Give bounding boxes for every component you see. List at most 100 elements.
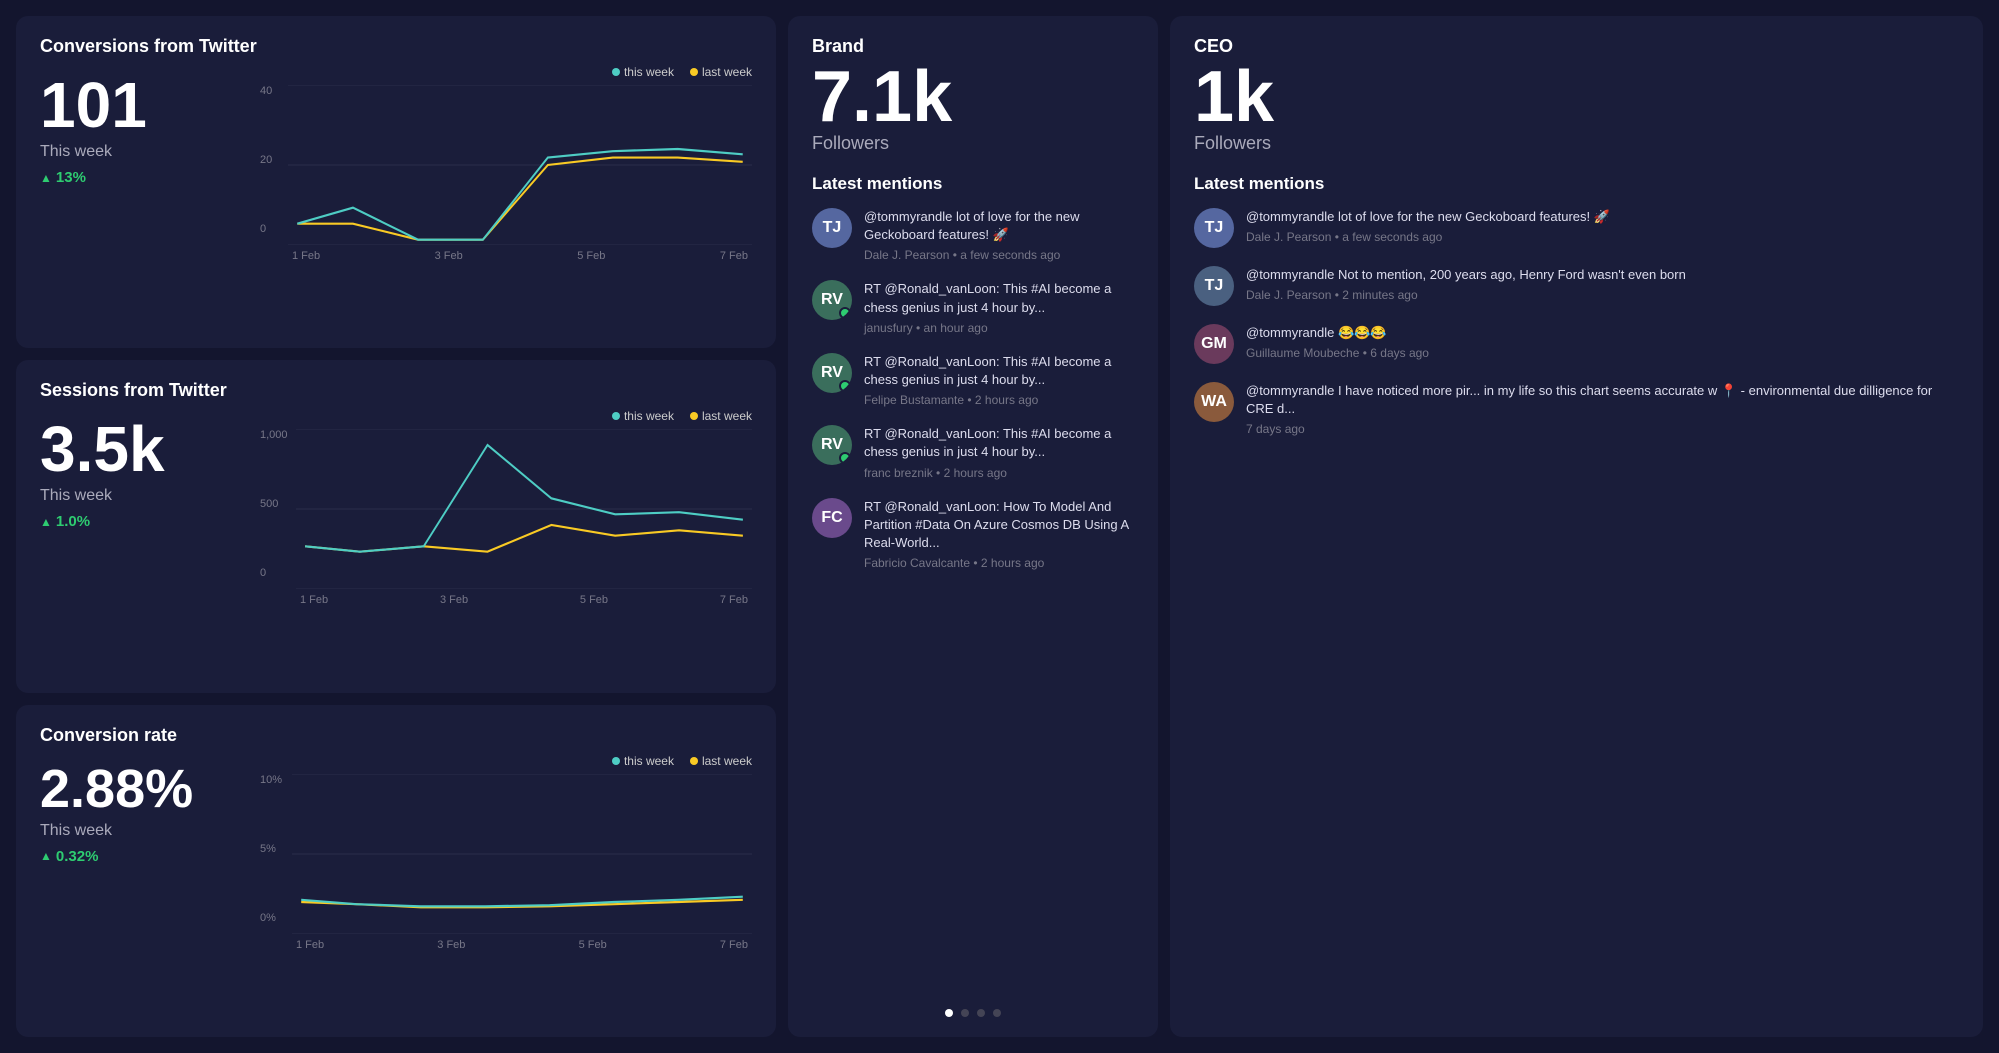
green-badge (839, 452, 851, 464)
conversion-rate-card: Conversion rate 2.88% This week ▲ 0.32% … (16, 705, 776, 1037)
mention-meta: Dale J. Pearson • a few seconds ago (1246, 230, 1959, 244)
mention-text: RT @Ronald_vanLoon: This #AI become a ch… (864, 353, 1134, 389)
sessions-change: 1.0% (56, 513, 90, 530)
mention-meta: Felipe Bustamante • 2 hours ago (864, 393, 1134, 407)
mention-item: FC RT @Ronald_vanLoon: How To Model And P… (812, 498, 1134, 571)
avatar: GM (1194, 324, 1234, 364)
page-dot-4[interactable] (993, 1009, 1001, 1017)
mention-text: RT @Ronald_vanLoon: This #AI become a ch… (864, 425, 1134, 461)
left-column: Conversions from Twitter 101 This week ▲… (16, 16, 776, 1037)
sessions-svg (296, 429, 752, 589)
mention-item: RV RT @Ronald_vanLoon: This #AI become a … (812, 353, 1134, 407)
green-badge (839, 307, 851, 319)
brand-count: 7.1k (812, 61, 1134, 133)
conversions-chart-area: this week last week 40200 (256, 65, 752, 328)
brand-mentions-title: Latest mentions (812, 174, 1134, 194)
conversion-rate-chart-area: this week last week 10%5%0% (256, 754, 752, 1017)
sessions-legend-last-week: last week (690, 409, 752, 423)
brand-followers-label: Followers (812, 133, 1134, 154)
conversions-x-labels: 1 Feb3 Feb5 Feb7 Feb (288, 250, 752, 262)
avatar-initials: GM (1194, 324, 1234, 364)
mention-item: TJ @tommyrandle lot of love for the new G… (1194, 208, 1959, 248)
sessions-legend-this-week: this week (612, 409, 674, 423)
mention-meta: Dale J. Pearson • a few seconds ago (864, 248, 1134, 262)
mention-item: RV RT @Ronald_vanLoon: This #AI become a … (812, 280, 1134, 334)
brand-column: Brand 7.1k Followers Latest mentions TJ @… (788, 16, 1158, 1037)
mention-meta: janusfury • an hour ago (864, 321, 1134, 335)
mention-item: WA @tommyrandle I have noticed more pir..… (1194, 382, 1959, 436)
mention-meta: Dale J. Pearson • 2 minutes ago (1246, 288, 1959, 302)
avatar-initials: FC (812, 498, 852, 538)
conversions-arrow: ▲ (40, 171, 52, 185)
ceo-mentions-title: Latest mentions (1194, 174, 1959, 194)
mention-text: @tommyrandle Not to mention, 200 years a… (1246, 266, 1959, 284)
page-dot-2[interactable] (961, 1009, 969, 1017)
ceo-card: CEO 1k Followers Latest mentions TJ @tomm… (1170, 16, 1983, 1037)
conversions-svg (288, 85, 752, 245)
sessions-arrow: ▲ (40, 515, 52, 529)
ceo-mentions-list: TJ @tommyrandle lot of love for the new G… (1194, 208, 1959, 454)
avatar: FC (812, 498, 852, 538)
avatar: RV (812, 280, 852, 320)
avatar: RV (812, 353, 852, 393)
sessions-card: Sessions from Twitter 3.5k This week ▲ 1… (16, 360, 776, 692)
mention-content: RT @Ronald_vanLoon: How To Model And Par… (864, 498, 1134, 571)
mention-item: RVRT @Ronald_vanLoon: This #AI become a … (812, 425, 1134, 479)
avatar: TJ (812, 208, 852, 248)
conversion-rate-title: Conversion rate (40, 725, 752, 746)
mention-text: RT @Ronald_vanLoon: How To Model And Par… (864, 498, 1134, 553)
avatar: TJ (1194, 208, 1234, 248)
mention-text: @tommyrandle lot of love for the new Gec… (864, 208, 1134, 244)
sessions-chart-area: this week last week 1,0005000 (256, 409, 752, 672)
mention-content: @tommyrandle lot of love for the new Gec… (1246, 208, 1959, 244)
mention-meta: 7 days ago (1246, 422, 1959, 436)
ceo-title: CEO (1194, 36, 1959, 57)
mention-content: @tommyrandle I have noticed more pir... … (1246, 382, 1959, 436)
avatar-initials: TJ (812, 208, 852, 248)
conversions-label: This week (40, 143, 240, 161)
avatar-initials: TJ (1194, 266, 1234, 306)
cr-legend-last-week: last week (690, 754, 752, 768)
conversion-rate-arrow: ▲ (40, 849, 52, 863)
ceo-count: 1k (1194, 61, 1959, 133)
mention-text: @tommyrandle 😂😂😂 (1246, 324, 1959, 342)
brand-pagination (812, 993, 1134, 1017)
mention-content: RT @Ronald_vanLoon: This #AI become a ch… (864, 353, 1134, 407)
mention-meta: franc breznik • 2 hours ago (864, 466, 1134, 480)
mention-item: GM @tommyrandle 😂😂😂 Guillaume Moubeche • 6… (1194, 324, 1959, 364)
conversion-rate-label: This week (40, 822, 240, 840)
cr-svg (292, 774, 752, 934)
avatar-initials: TJ (1194, 208, 1234, 248)
page-dot-3[interactable] (977, 1009, 985, 1017)
conversions-title: Conversions from Twitter (40, 36, 752, 57)
sessions-legend: this week last week (256, 409, 752, 423)
mention-item: TJ @tommyrandle Not to mention, 200 years… (1194, 266, 1959, 306)
mention-content: RT @Ronald_vanLoon: This #AI become a ch… (864, 425, 1134, 479)
brand-mentions-list: TJ @tommyrandle lot of love for the new G… (812, 208, 1134, 588)
ceo-followers-label: Followers (1194, 133, 1959, 154)
conversions-change: 13% (56, 169, 86, 186)
conversions-value: 101 (40, 73, 240, 137)
mention-item: TJ @tommyrandle lot of love for the new G… (812, 208, 1134, 262)
mention-text: RT @Ronald_vanLoon: This #AI become a ch… (864, 280, 1134, 316)
mention-text: @tommyrandle lot of love for the new Gec… (1246, 208, 1959, 226)
conversion-rate-change: 0.32% (56, 848, 99, 865)
mention-text: @tommyrandle I have noticed more pir... … (1246, 382, 1959, 418)
brand-card: Brand 7.1k Followers Latest mentions TJ @… (788, 16, 1158, 1037)
mention-content: @tommyrandle Not to mention, 200 years a… (1246, 266, 1959, 302)
mention-meta: Guillaume Moubeche • 6 days ago (1246, 346, 1959, 360)
avatar: TJ (1194, 266, 1234, 306)
legend-this-week: this week (612, 65, 674, 79)
mention-content: @tommyrandle 😂😂😂 Guillaume Moubeche • 6 d… (1246, 324, 1959, 360)
avatar-initials: WA (1194, 382, 1234, 422)
conversions-card: Conversions from Twitter 101 This week ▲… (16, 16, 776, 348)
sessions-title: Sessions from Twitter (40, 380, 752, 401)
page-dot-1[interactable] (945, 1009, 953, 1017)
conversions-legend: this week last week (256, 65, 752, 79)
sessions-x-labels: 1 Feb3 Feb5 Feb7 Feb (296, 594, 752, 606)
cr-legend-this-week: this week (612, 754, 674, 768)
mention-content: RT @Ronald_vanLoon: This #AI become a ch… (864, 280, 1134, 334)
sessions-value: 3.5k (40, 417, 240, 481)
avatar: WA (1194, 382, 1234, 422)
brand-title: Brand (812, 36, 1134, 57)
